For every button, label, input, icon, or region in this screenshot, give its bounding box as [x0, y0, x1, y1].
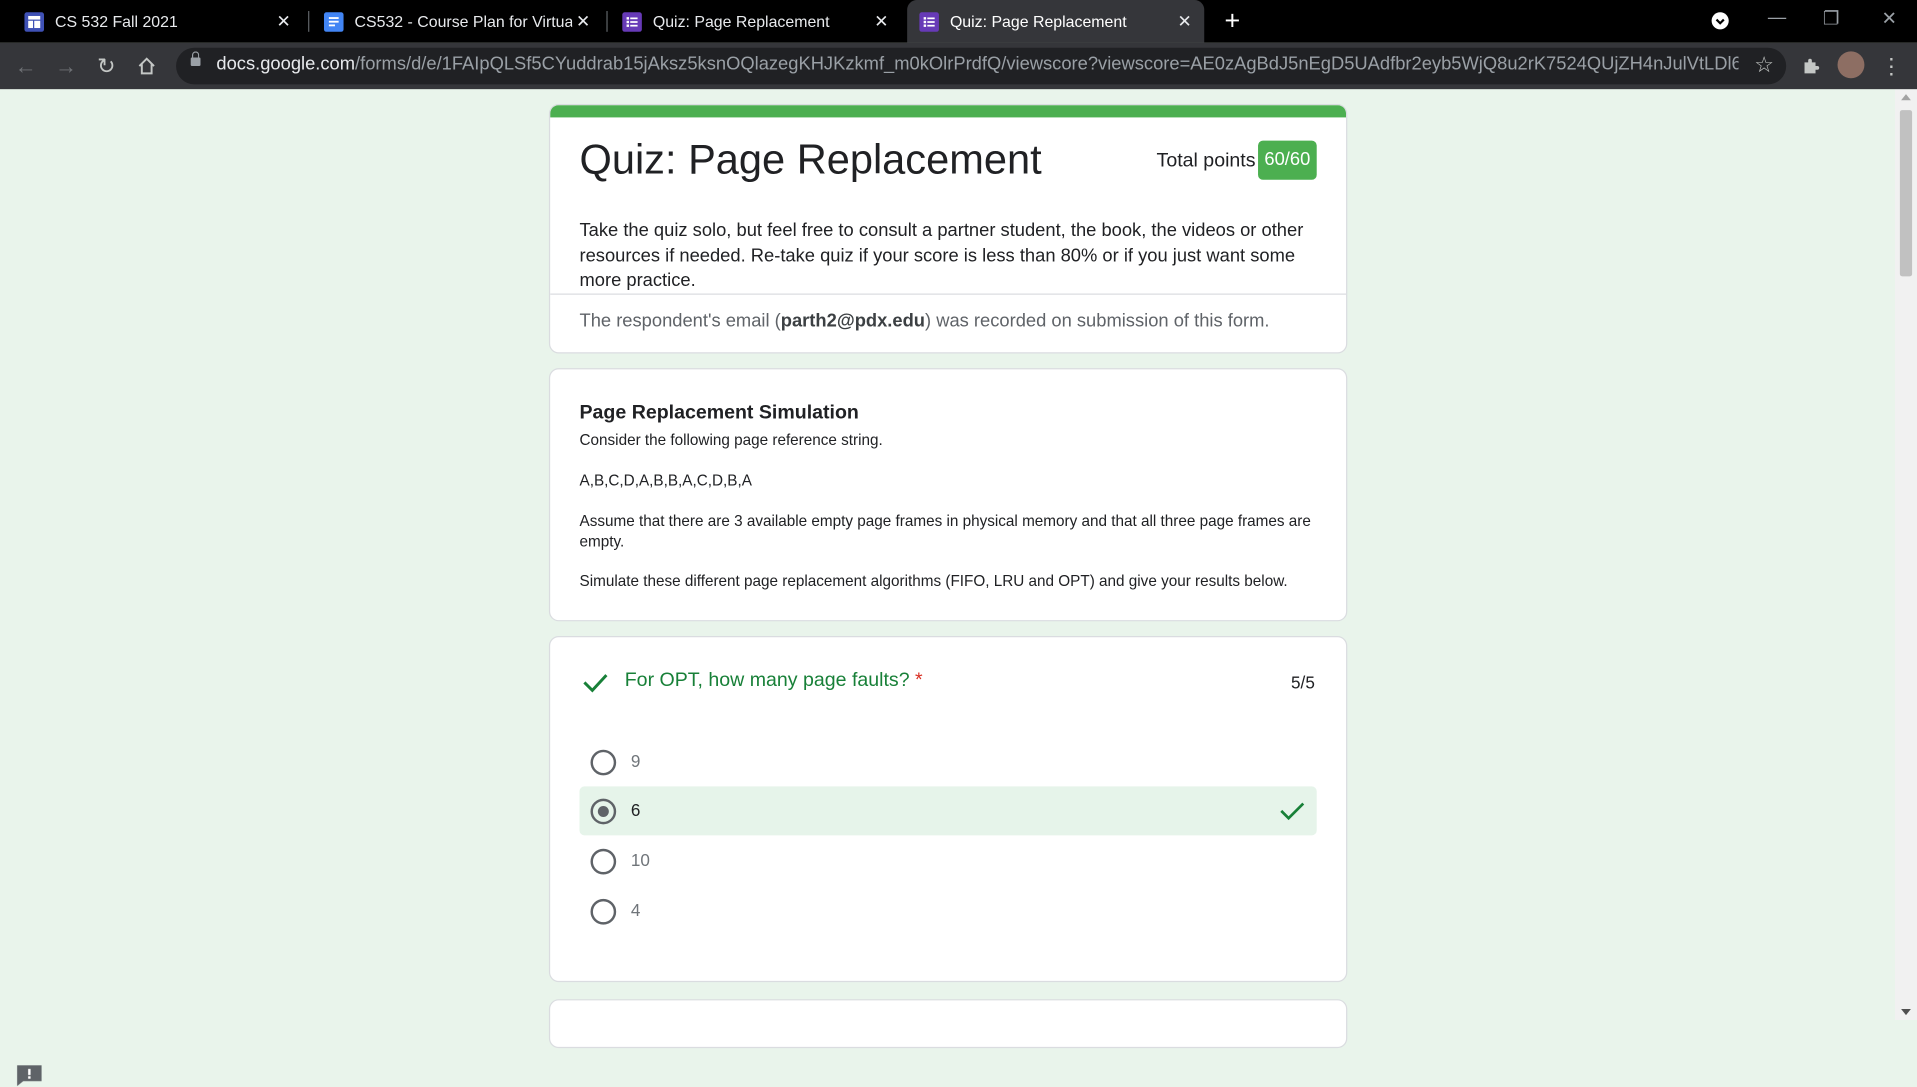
extensions-icon[interactable] [1796, 51, 1825, 80]
section-text: Assume that there are 3 available empty … [579, 512, 1311, 550]
scrollbar-thumb[interactable] [1899, 110, 1913, 277]
radio-button[interactable] [590, 898, 617, 925]
option-label: 4 [630, 900, 641, 920]
answer-option[interactable]: 10 [580, 837, 1317, 886]
total-points-label: Total points [1156, 150, 1256, 172]
email-prefix: The respondent's email ( [579, 310, 781, 332]
question-card: For OPT, how many page faults? * 5/5 9 6… [548, 635, 1348, 983]
correct-check-icon [583, 674, 608, 693]
reload-icon[interactable]: ↻ [92, 51, 121, 80]
form-header-card: Quiz: Page Replacement Total points 60/6… [548, 103, 1348, 354]
radio-dot [597, 805, 609, 817]
radio-button-selected[interactable] [590, 798, 617, 825]
google-forms-icon [919, 11, 939, 32]
radio-button[interactable] [590, 749, 617, 776]
option-label: 9 [630, 750, 641, 771]
avatar[interactable] [1837, 51, 1865, 79]
page-title: Quiz: Page Replacement [579, 136, 1042, 184]
report-feedback-icon[interactable] [15, 1063, 44, 1087]
form-description: Take the quiz solo, but feel free to con… [579, 220, 1304, 292]
url-text[interactable]: docs.google.com/forms/d/e/1FAIpQLSf5CYud… [216, 54, 1738, 75]
radio-button[interactable] [590, 848, 617, 875]
answer-option[interactable]: 9 [580, 737, 1317, 786]
header-accent-bar [550, 105, 1347, 118]
back-icon[interactable]: ← [11, 51, 40, 80]
tab-title: CS532 - Course Plan for Virtualiza [354, 12, 573, 31]
tab-strip: CS 532 Fall 2021 ✕ CS532 - Course Plan f… [0, 0, 1917, 43]
tab-cs532-fall-2021[interactable]: CS 532 Fall 2021 ✕ [12, 0, 303, 43]
home-icon[interactable] [132, 51, 161, 80]
scroll-down-arrow-icon[interactable] [1901, 1008, 1911, 1016]
tab-search-icon[interactable] [1710, 11, 1730, 31]
page-content: Quiz: Page Replacement Total points 60/6… [0, 89, 1895, 1087]
close-icon[interactable]: ✕ [872, 11, 892, 31]
section-card: Page Replacement Simulation Consider the… [548, 368, 1348, 622]
lock-icon[interactable] [190, 51, 201, 67]
tab-separator [606, 11, 608, 32]
option-label: 6 [630, 799, 641, 820]
google-docs-icon [323, 11, 344, 32]
correct-check-icon [1280, 802, 1305, 821]
bookmark-star-icon[interactable]: ☆ [1754, 53, 1774, 79]
respondent-email-note: The respondent's email (parth2@pdx.edu) … [580, 311, 1270, 332]
section-title: Page Replacement Simulation [579, 402, 859, 424]
option-label: 10 [630, 850, 650, 870]
restore-icon[interactable]: ❐ [1823, 7, 1839, 30]
section-text: Simulate these different page replacemen… [579, 572, 1288, 590]
required-asterisk: * [915, 670, 923, 692]
tab-separator [308, 11, 310, 32]
answer-option-selected[interactable]: 6 [579, 786, 1317, 836]
reference-string: A,B,C,D,A,B,B,A,C,D,B,A [579, 472, 752, 490]
close-icon[interactable]: ✕ [1175, 11, 1195, 31]
tab-title: Quiz: Page Replacement [652, 12, 830, 31]
google-forms-icon [622, 11, 642, 32]
close-window-icon[interactable]: ✕ [1882, 7, 1897, 30]
new-tab-button[interactable]: + [1220, 7, 1244, 34]
email-suffix: ) was recorded on submission of this for… [925, 310, 1270, 332]
score-badge: 60/60 [1258, 140, 1317, 180]
browser-toolbar: ← → ↻ docs.google.com/forms/d/e/1FAIpQLS… [0, 42, 1917, 90]
url-host: docs.google.com [216, 53, 356, 75]
tab-title: CS 532 Fall 2021 [55, 12, 178, 31]
respondent-email: parth2@pdx.edu [780, 310, 926, 332]
tab-quiz-page-replacement-active[interactable]: Quiz: Page Replacement ✕ [907, 0, 1205, 43]
question-label: For OPT, how many page faults? [624, 670, 910, 692]
next-question-card [548, 999, 1348, 1049]
url-path: /forms/d/e/1FAIpQLSf5CYuddrab15jAksz5ksn… [355, 53, 1739, 75]
close-icon[interactable]: ✕ [573, 11, 593, 31]
tab-title: Quiz: Page Replacement [949, 12, 1127, 31]
answer-option[interactable]: 4 [580, 887, 1317, 936]
scrollbar[interactable] [1894, 89, 1917, 1021]
question-text: For OPT, how many page faults? * [625, 670, 923, 692]
minimize-icon[interactable]: — [1768, 7, 1786, 28]
divider [550, 293, 1347, 295]
google-sites-icon [24, 11, 45, 32]
forward-icon[interactable]: → [51, 51, 80, 80]
section-text: Consider the following page reference st… [579, 431, 883, 449]
scroll-up-arrow-icon[interactable] [1901, 94, 1911, 101]
tab-course-plan[interactable]: CS532 - Course Plan for Virtualiza ✕ [312, 0, 603, 43]
question-points: 5/5 [1291, 672, 1315, 693]
close-icon[interactable]: ✕ [274, 11, 294, 31]
address-bar[interactable]: docs.google.com/forms/d/e/1FAIpQLSf5CYud… [176, 47, 1787, 85]
tab-quiz-page-replacement[interactable]: Quiz: Page Replacement ✕ [610, 0, 901, 43]
menu-kebab-icon[interactable]: ⋮ [1877, 51, 1906, 80]
